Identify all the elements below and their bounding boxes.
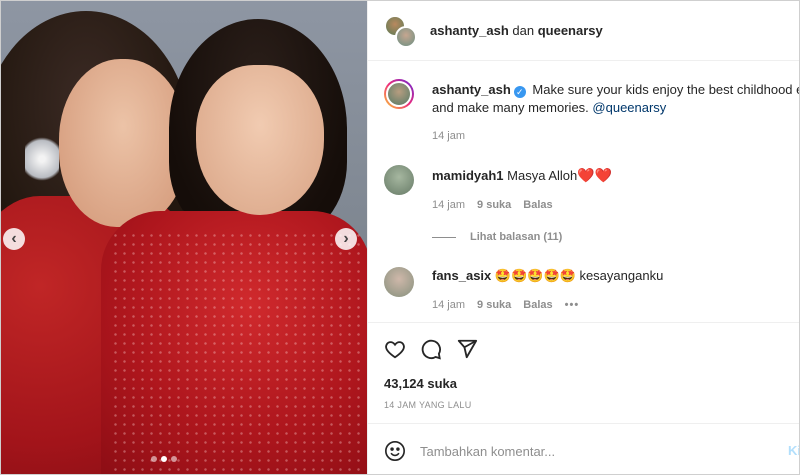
comments-list[interactable]: ashanty_ash ✓ Make sure your kids enjoy t… [368, 61, 800, 323]
reply-button[interactable]: Balas [523, 299, 552, 311]
likes-count[interactable]: 43,124 suka [384, 376, 457, 391]
view-replies-label: Lihat balasan (11) [470, 231, 563, 243]
post-authors: ashanty_ash dan queenarsy [430, 23, 603, 38]
comment-meta: 14 jam 9 suka Balas ••• [432, 299, 579, 311]
heart-icon[interactable] [384, 338, 406, 363]
author-username-link[interactable]: ashanty_ash [430, 23, 509, 38]
reply-button[interactable]: Balas [523, 199, 552, 211]
comment-text: fans_asix 🤩🤩🤩🤩🤩 kesayanganku [432, 267, 663, 285]
post-comment-button[interactable]: Ki [788, 443, 799, 458]
carousel-dot [151, 456, 157, 462]
carousel-dot [171, 456, 177, 462]
comment-time[interactable]: 14 jam [432, 199, 465, 211]
replies-divider [432, 236, 456, 238]
post-details-panel: ashanty_ash dan queenarsy ashanty_ash ✓ M… [367, 1, 800, 474]
comment-text: mamidyah1 Masya Alloh❤️❤️ [432, 166, 612, 185]
caption-avatar[interactable] [384, 79, 414, 109]
previous-photo-button[interactable]: ‹ [3, 228, 25, 250]
caption-line-2: and make many memories. [432, 100, 589, 115]
mention-link[interactable]: @queenarsy [592, 100, 666, 115]
carousel-dot-active [161, 456, 167, 462]
comment-emoji: 🤩🤩🤩🤩🤩 [494, 268, 576, 283]
comment-username-link[interactable]: mamidyah1 [432, 168, 504, 183]
add-comment-bar: Ki [368, 423, 799, 474]
avatar[interactable] [395, 26, 417, 48]
comment-avatar[interactable] [384, 267, 414, 297]
comment-likes[interactable]: 9 suka [477, 199, 511, 211]
caption-text: ashanty_ash ✓ Make sure your kids enjoy t… [432, 81, 800, 117]
share-icon[interactable] [456, 338, 478, 363]
post-timestamp[interactable]: 14 JAM YANG LALU [384, 400, 472, 410]
photo-dress-sparkle [111, 231, 361, 471]
comment-avatar[interactable] [384, 165, 414, 195]
comment-icon[interactable] [420, 338, 442, 363]
comment-input[interactable] [420, 440, 750, 462]
comment-meta: 14 jam 9 suka Balas [432, 199, 553, 211]
chevron-right-icon: › [343, 230, 349, 247]
caption-username-link[interactable]: ashanty_ash [432, 82, 511, 97]
caption-line-1: Make sure your kids enjoy the best child… [532, 82, 800, 97]
post-actions [384, 338, 478, 363]
collab-avatars[interactable] [384, 15, 418, 49]
view-replies-button[interactable]: Lihat balasan (11) [432, 231, 562, 243]
comment-body: Masya Alloh [507, 168, 578, 183]
comment-body: kesayanganku [579, 268, 664, 283]
next-photo-button[interactable]: › [335, 228, 357, 250]
photo-woman-face [59, 59, 187, 227]
comment-likes[interactable]: 9 suka [477, 299, 511, 311]
caption-meta: 14 jam [432, 130, 465, 142]
coauthor-username-link[interactable]: queenarsy [538, 23, 603, 38]
chevron-left-icon: ‹ [11, 230, 17, 247]
post-photo[interactable]: ‹ › [1, 1, 367, 474]
carousel-dots [151, 456, 177, 462]
more-options-icon[interactable]: ••• [565, 299, 580, 311]
comment-username-link[interactable]: fans_asix [432, 268, 491, 283]
authors-joiner: dan [512, 23, 535, 38]
comment-emoji: ❤️❤️ [577, 167, 613, 183]
photo-girl-face [196, 65, 324, 215]
photo-earring [25, 133, 59, 185]
post-header: ashanty_ash dan queenarsy [368, 1, 799, 61]
verified-badge-icon: ✓ [513, 86, 526, 98]
comment-time[interactable]: 14 jam [432, 299, 465, 311]
emoji-icon[interactable] [384, 440, 406, 462]
caption-time[interactable]: 14 jam [432, 130, 465, 142]
post-modal: ‹ › ashanty_ash dan queenarsy ashanty_as… [0, 0, 800, 475]
